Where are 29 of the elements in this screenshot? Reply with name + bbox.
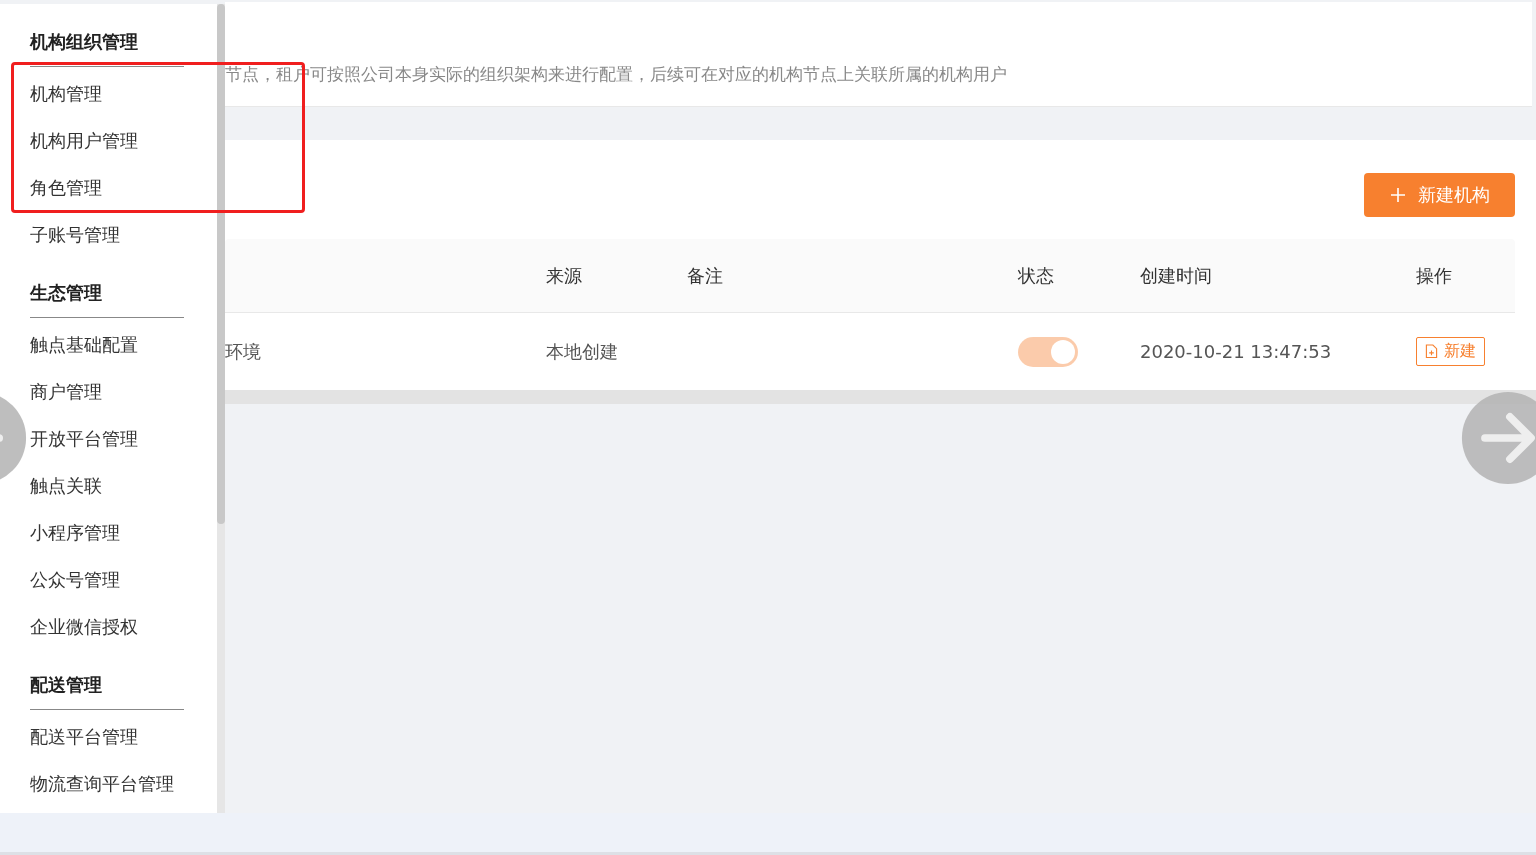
menu-item[interactable]: 开放平台管理: [30, 416, 217, 463]
plus-icon: [1389, 187, 1406, 203]
menu-item[interactable]: 子账号管理: [30, 212, 217, 259]
menu-item[interactable]: 商户管理: [30, 369, 217, 416]
menu-item[interactable]: 机构用户管理: [30, 118, 217, 165]
menu-group-title: 配送管理: [30, 673, 103, 697]
column-header: 来源: [546, 263, 583, 288]
menu-item[interactable]: 公众号管理: [30, 557, 217, 604]
menu-item[interactable]: 触点关联: [30, 463, 217, 510]
scrollbar[interactable]: [225, 390, 1536, 404]
next-button[interactable]: [1460, 390, 1536, 486]
menu-item[interactable]: 小程序管理: [30, 510, 217, 557]
menu-group-title: 机构组织管理: [30, 30, 139, 54]
column-header: 状态: [1018, 263, 1055, 288]
menu-item[interactable]: 物流查询平台管理: [30, 761, 217, 808]
column-header: 备注: [687, 263, 724, 288]
menu-item[interactable]: 企业微信授权: [30, 604, 217, 651]
column-header: 操作: [1416, 263, 1453, 288]
menu-item[interactable]: 机构管理: [30, 71, 217, 118]
table-cell-text: 本地创建: [546, 339, 619, 364]
menu-item[interactable]: 配送平台管理: [30, 714, 217, 761]
scrollbar[interactable]: [217, 4, 225, 813]
table-cell-text: 2020-10-21 13:47:53: [1140, 341, 1333, 362]
column-header: 创建时间: [1140, 263, 1213, 288]
menu-group-title: 生态管理: [30, 281, 103, 305]
menu-item[interactable]: 角色管理: [30, 165, 217, 212]
table-cell-text: 环境: [225, 339, 262, 364]
add-file-icon: [1425, 344, 1438, 359]
menu-item[interactable]: 触点基础配置: [30, 322, 217, 369]
